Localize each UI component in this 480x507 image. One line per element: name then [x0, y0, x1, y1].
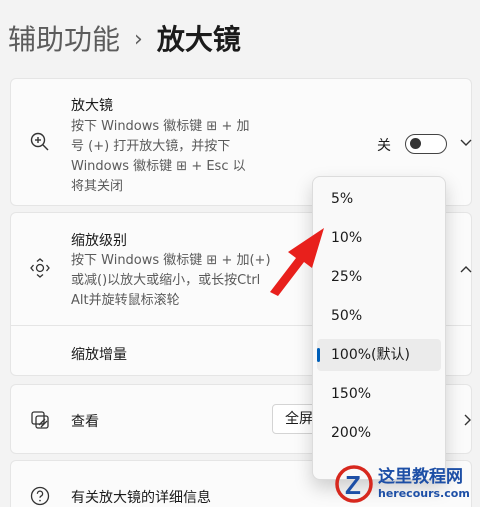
zoom-option[interactable]: 50%	[317, 300, 441, 332]
zoom-option[interactable]: 10%	[317, 222, 441, 254]
svg-text:Z: Z	[345, 470, 361, 500]
zoom-option-selected[interactable]: 100%(默认)	[317, 339, 441, 371]
zoom-increment-title: 缩放增量	[71, 347, 127, 363]
chevron-right-icon[interactable]	[461, 412, 473, 431]
magnifier-toggle-label: 关	[377, 138, 391, 154]
magnifier-desc-line: 号 (+) 打开放大镜，并按下	[71, 139, 231, 154]
chevron-up-icon[interactable]	[459, 261, 473, 280]
magnifier-desc-line: 将其关闭	[71, 179, 124, 194]
zoom-option[interactable]: 5%	[317, 183, 441, 215]
watermark-title: 这里教程网	[378, 466, 463, 487]
magnifier-desc-line: Windows 徽标键 ⊞ + Esc 以	[71, 159, 246, 174]
details-title: 有关放大镜的详细信息	[71, 490, 211, 506]
breadcrumb-parent-accessibility[interactable]: 辅助功能	[8, 18, 120, 62]
zoom-level-icon	[29, 257, 51, 279]
breadcrumb: 辅助功能 › 放大镜	[8, 18, 241, 62]
view-icon	[29, 409, 51, 431]
help-icon	[29, 485, 51, 507]
watermark-logo-icon: Z	[335, 464, 373, 503]
watermark: Z 这里教程网 herecours.com	[334, 460, 480, 507]
zoom-option[interactable]: 150%	[317, 378, 441, 410]
magnifier-title: 放大镜	[71, 98, 113, 114]
view-title: 查看	[71, 414, 99, 430]
zoom-option[interactable]: 200%	[317, 417, 441, 449]
zoom-increment-dropdown: 5% 10% 25% 50% 100%(默认) 150% 200%	[312, 176, 446, 480]
annotation-arrow-icon	[270, 228, 324, 296]
zoom-in-icon	[29, 131, 51, 153]
toggle-knob	[410, 138, 421, 149]
magnifier-desc-line: 按下 Windows 徽标键 ⊞ + 加	[71, 119, 250, 134]
magnifier-toggle[interactable]	[405, 134, 447, 154]
watermark-subtitle: herecours.com	[378, 486, 470, 500]
breadcrumb-separator: ›	[134, 27, 143, 52]
zoom-level-title: 缩放级别	[71, 233, 127, 249]
page-title: 放大镜	[156, 23, 241, 56]
chevron-down-icon[interactable]	[459, 135, 473, 154]
zoom-option[interactable]: 25%	[317, 261, 441, 293]
